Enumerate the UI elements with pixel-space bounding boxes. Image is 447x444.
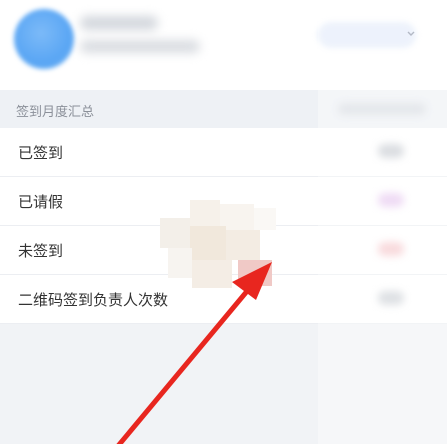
user-subtitle-redacted [80,40,200,53]
section-right-redacted [338,103,426,115]
summary-row-value-redacted [378,193,404,207]
summary-list: 已签到 已请假 未签到 二维码签到负责人次数 [0,128,447,324]
summary-row-label: 已签到 [18,144,64,162]
summary-row-on-leave[interactable]: 已请假 [0,177,447,226]
section-title: 签到月度汇总 [16,105,95,120]
summary-row-value-redacted [378,144,404,158]
summary-row-label: 二维码签到负责人次数 [18,291,169,309]
avatar[interactable] [14,9,74,69]
summary-row-value-redacted [378,291,404,305]
chevron-down-icon [406,28,416,40]
summary-row-not-signed-in[interactable]: 未签到 [0,226,447,275]
summary-row-signed-in[interactable]: 已签到 [0,128,447,177]
summary-row-qr-responsible-count[interactable]: 二维码签到负责人次数 [0,275,447,324]
section-header: 签到月度汇总 [0,90,447,128]
month-picker[interactable] [318,22,416,48]
summary-row-value-redacted [378,242,404,256]
user-header [0,0,447,90]
summary-row-label: 未签到 [18,242,64,260]
summary-row-label: 已请假 [18,193,64,211]
user-name-redacted [80,16,158,30]
